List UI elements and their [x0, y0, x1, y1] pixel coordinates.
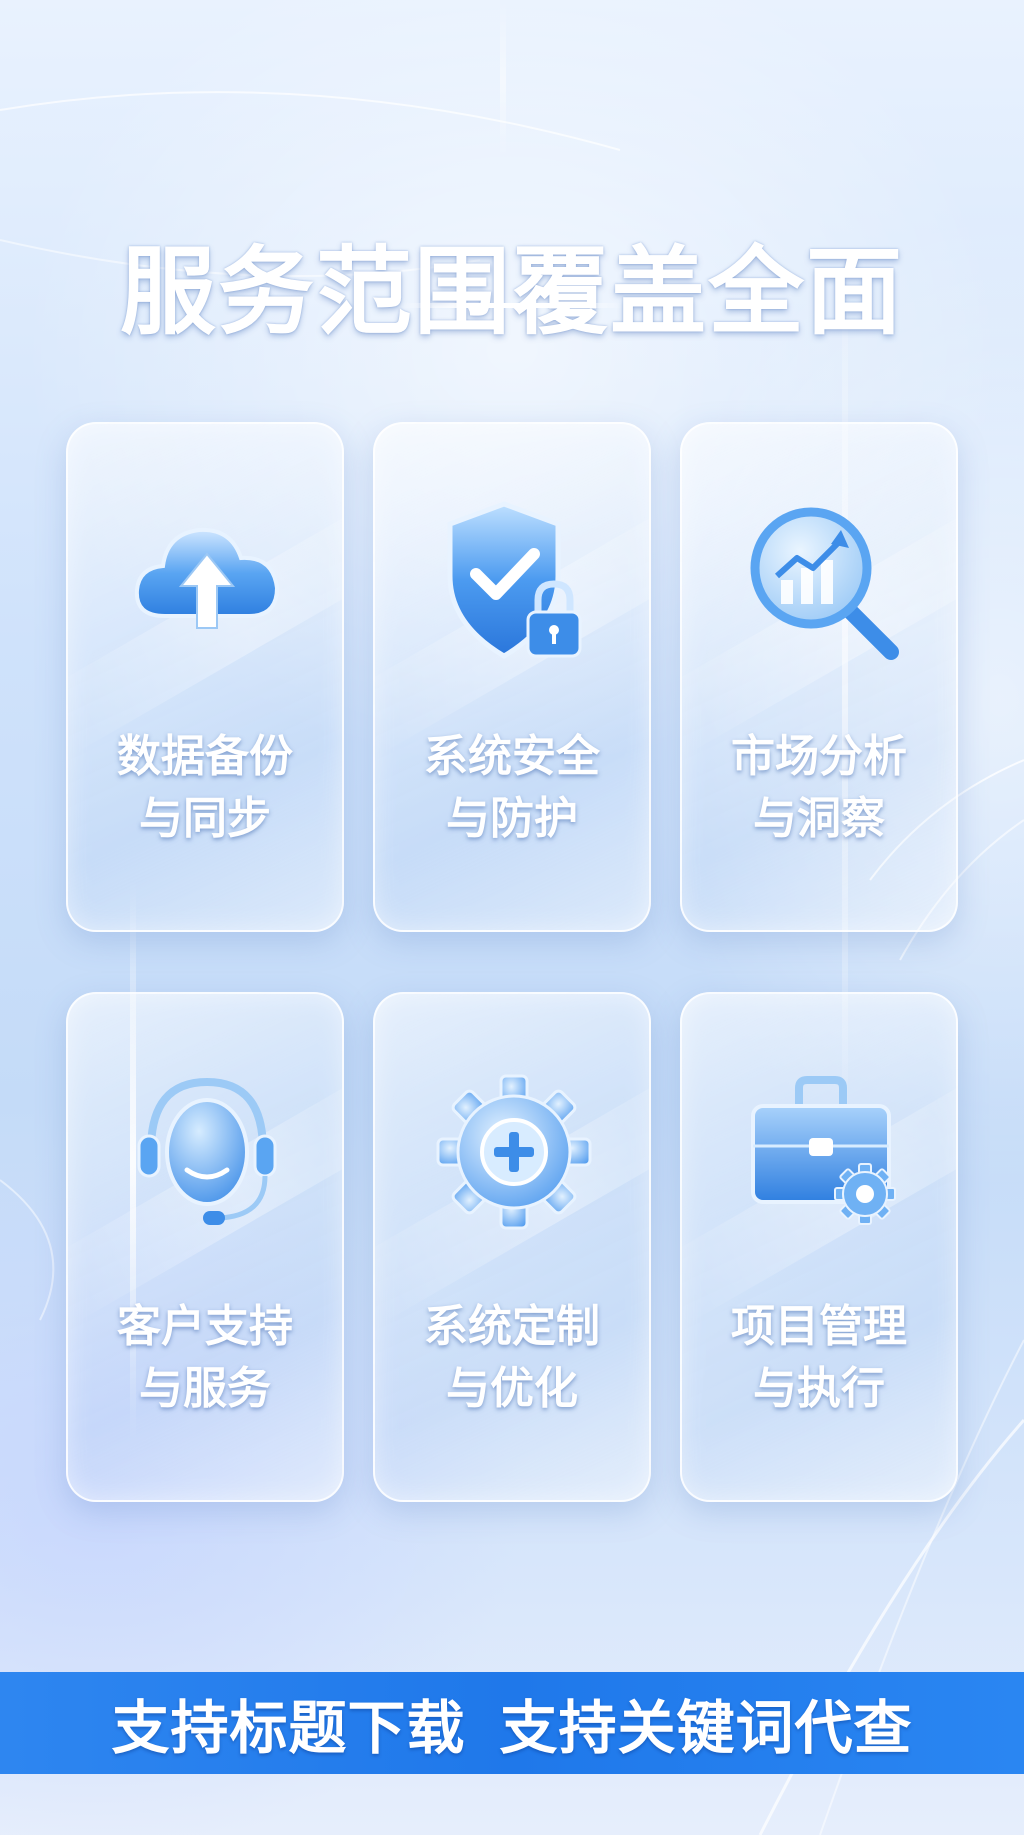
card-label-line2: 与优化 [446, 1363, 578, 1414]
shield-lock-icon [434, 496, 594, 666]
card-label-line2: 与防护 [446, 793, 578, 844]
card-label-line2: 与执行 [753, 1363, 885, 1414]
card-label-line1: 系统定制 [424, 1301, 600, 1352]
card-label: 数据备份 与同步 [68, 726, 342, 850]
service-card-data-backup[interactable]: 数据备份 与同步 [66, 422, 344, 932]
service-card-project-management[interactable]: 项目管理 与执行 [680, 992, 958, 1502]
page-title: 服务范围覆盖全面 [120, 236, 904, 349]
briefcase-gear-icon [741, 1066, 901, 1236]
headset-support-icon [127, 1066, 287, 1236]
card-label: 系统定制 与优化 [375, 1296, 649, 1420]
card-label-line1: 客户支持 [117, 1301, 293, 1352]
card-label: 市场分析 与洞察 [682, 726, 956, 850]
light-beam [500, 0, 506, 160]
bottom-banner: 支持标题下载 支持关键词代查 [0, 1672, 1024, 1774]
service-card-system-customization[interactable]: 系统定制 与优化 [373, 992, 651, 1502]
banner-text: 支持标题下载 支持关键词代查 [111, 1681, 912, 1765]
card-label-line2: 与服务 [139, 1363, 271, 1414]
service-grid: 数据备份 与同步 系统安全 与防护 市场分析 与洞察 客户支持 与服务 系统定制… [66, 422, 958, 1502]
card-label-line1: 项目管理 [731, 1301, 907, 1352]
card-label-line2: 与洞察 [753, 793, 885, 844]
service-card-market-analysis[interactable]: 市场分析 与洞察 [680, 422, 958, 932]
card-label-line1: 数据备份 [117, 731, 293, 782]
cloud-upload-icon [127, 496, 287, 666]
card-label: 系统安全 与防护 [375, 726, 649, 850]
card-label-line1: 系统安全 [424, 731, 600, 782]
card-label-line1: 市场分析 [731, 731, 907, 782]
service-card-customer-support[interactable]: 客户支持 与服务 [66, 992, 344, 1502]
service-card-system-security[interactable]: 系统安全 与防护 [373, 422, 651, 932]
magnifier-chart-icon [741, 496, 901, 666]
card-label: 客户支持 与服务 [68, 1296, 342, 1420]
card-label-line2: 与同步 [139, 793, 271, 844]
banner-right-text: 支持关键词代查 [499, 1694, 913, 1762]
title-underline [400, 303, 624, 308]
card-label: 项目管理 与执行 [682, 1296, 956, 1420]
gear-plus-icon [434, 1066, 594, 1236]
banner-left-text: 支持标题下载 [111, 1694, 466, 1762]
